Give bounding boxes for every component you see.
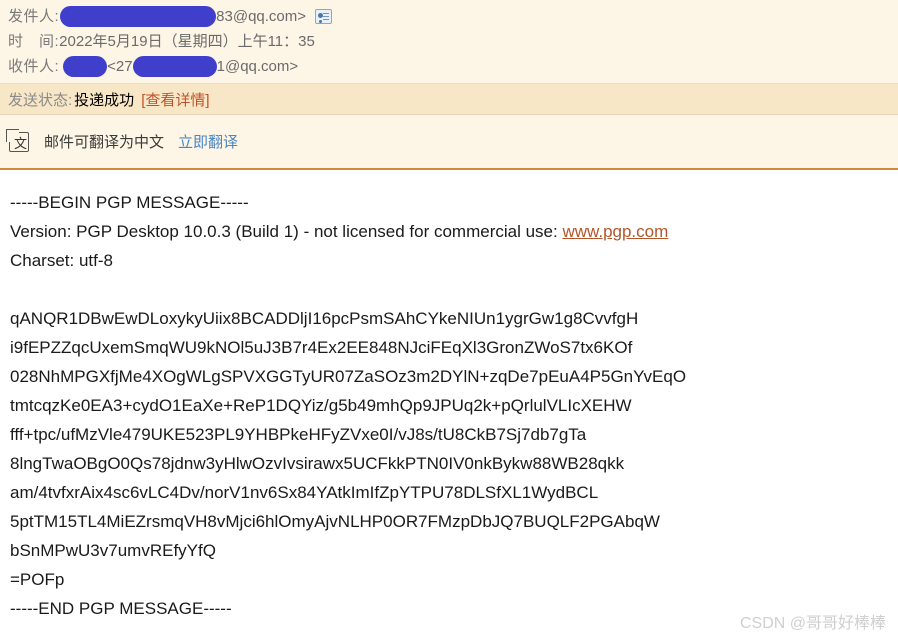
pgp-body-line: 8lngTwaOBgO0Qs78jdnw3yHlwOzvIvsirawx5UCF… — [10, 454, 625, 473]
view-details-link[interactable]: [查看详情] — [141, 89, 209, 110]
translate-icon-glyph: 文 — [13, 136, 27, 152]
recipient-label: 收件人: — [8, 58, 60, 75]
redaction-block-recipient-address — [132, 56, 217, 77]
mail-header: 发件人: 83@qq.com> 时 间: 2022年5月19日（星期四）上午11… — [0, 0, 898, 83]
translate-icon: 文 — [6, 128, 29, 152]
pgp-website-link[interactable]: www.pgp.com — [562, 222, 668, 241]
sender-email-suffix: 83@qq.com> — [216, 8, 307, 25]
pgp-body-line: 5ptTM15TL4MiEZrsmqVH8vMjci6hlOmyAjvNLHP0… — [10, 512, 660, 531]
pgp-body-line: i9fEPZZqcUxemSmqWU9kNOl5uJ3B7r4Ex2EE848N… — [10, 338, 633, 357]
translate-now-link[interactable]: 立即翻译 — [178, 131, 238, 152]
time-label: 时 间: — [8, 33, 60, 50]
recipient-row: 收件人: <27 1@qq.com> — [8, 54, 898, 79]
sender-value: 83@qq.com> — [59, 4, 333, 29]
send-status-label: 发送状态: — [8, 91, 73, 109]
pgp-blank-separator — [10, 275, 888, 304]
redaction-block-sender — [60, 6, 217, 27]
mail-body: -----BEGIN PGP MESSAGE----- Version: PGP… — [0, 170, 898, 623]
pgp-body-line: qANQR1DBwEwDLoxykyUiix8BCADDljI16pcPsmSA… — [10, 309, 639, 328]
pgp-version-text: Version: PGP Desktop 10.0.3 (Build 1) - … — [10, 222, 563, 241]
translate-prompt-text: 邮件可翻译为中文 — [44, 134, 165, 151]
pgp-checksum-line: =POFp — [10, 570, 65, 589]
pgp-begin-line: -----BEGIN PGP MESSAGE----- — [10, 193, 249, 212]
pgp-body-line: tmtcqzKe0EA3+cydO1EaXe+ReP1DQYiz/g5b49mh… — [10, 396, 632, 415]
redaction-block-recipient-name — [63, 56, 108, 77]
time-row: 时 间: 2022年5月19日（星期四）上午11：35 — [8, 29, 898, 54]
recipient-bracket-open: <27 — [107, 58, 133, 75]
pgp-body-line: fff+tpc/ufMzVle479UKE523PL9YHBPkeHFyZVxe… — [10, 425, 587, 444]
pgp-body-line: am/4tvfxrAix4sc6vLC4Dv/norV1nv6Sx84YAtkI… — [10, 483, 599, 502]
pgp-body-line: 028NhMPGXfjMe4XOgWLgSPVXGGTyUR07ZaSOz3m2… — [10, 367, 687, 386]
recipient-email-suffix: 1@qq.com> — [216, 58, 299, 75]
pgp-charset-line: Charset: utf-8 — [10, 251, 113, 270]
pgp-body-line: bSnMPwU3v7umvREfyYfQ — [10, 541, 216, 560]
pgp-version-line: Version: PGP Desktop 10.0.3 (Build 1) - … — [10, 217, 888, 246]
sender-label: 发件人: — [8, 8, 60, 25]
time-value: 2022年5月19日（星期四）上午11：35 — [59, 33, 315, 50]
recipient-value: <27 1@qq.com> — [59, 54, 298, 79]
send-status-value: 投递成功 — [74, 91, 135, 109]
send-status-bar: 发送状态: 投递成功 [查看详情] — [0, 83, 898, 115]
contact-card-icon[interactable] — [315, 9, 333, 24]
csdn-watermark: CSDN @哥哥好棒棒 — [739, 615, 886, 632]
translate-bar: 文 邮件可翻译为中文 立即翻译 — [0, 115, 898, 170]
sender-row: 发件人: 83@qq.com> — [8, 4, 898, 29]
